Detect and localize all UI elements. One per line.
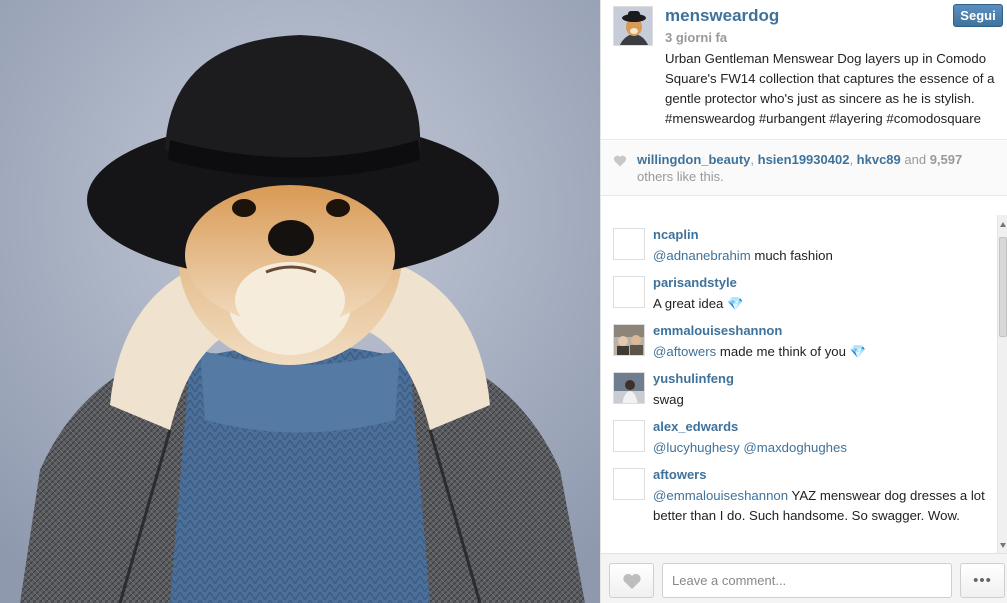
avatar-image: [614, 7, 652, 45]
scrollbar-thumb[interactable]: [999, 237, 1007, 337]
likes-summary: willingdon_beauty, hsien19930402, hkvc89…: [601, 141, 1007, 196]
liker-username[interactable]: hsien19930402: [758, 152, 850, 167]
likes-suffix: others like this.: [637, 169, 724, 184]
more-options-icon: •••: [973, 572, 992, 589]
comment-text: @emmalouiseshannon YAZ menswear dog dres…: [653, 486, 993, 526]
likes-separator: ,: [849, 152, 857, 167]
post-username[interactable]: mensweardog: [665, 6, 779, 26]
post-photo[interactable]: [0, 0, 600, 603]
comment-body: made me think of you 💎: [716, 344, 867, 359]
dog-photo-illustration: [0, 0, 600, 603]
comment-composer: •••: [601, 553, 1007, 603]
comment-input[interactable]: [662, 563, 952, 598]
comment-text: A great idea 💎: [653, 294, 993, 314]
comment-text: @aftowers made me think of you 💎: [653, 342, 993, 362]
post-header: mensweardog 3 giorni fa Urban Gentleman …: [601, 0, 1007, 140]
comment-body: A great idea 💎: [653, 296, 744, 311]
likes-separator: ,: [750, 152, 758, 167]
avatar-image: [614, 325, 644, 355]
comment-text: swag: [653, 390, 993, 410]
avatar[interactable]: [613, 276, 645, 308]
scroll-up-arrow-icon[interactable]: [1000, 222, 1006, 227]
avatar-image: [614, 373, 644, 403]
comment-username[interactable]: aftowers: [653, 467, 706, 482]
follow-button[interactable]: Segui: [953, 4, 1003, 27]
avatar[interactable]: [613, 6, 653, 46]
avatar[interactable]: [613, 228, 645, 260]
comments-list[interactable]: ncaplin @adnanebrahim much fashion paris…: [601, 215, 997, 553]
comment-mention[interactable]: @aftowers: [653, 344, 716, 359]
post-details-panel: mensweardog 3 giorni fa Urban Gentleman …: [600, 0, 1007, 603]
post-caption: Urban Gentleman Menswear Dog layers up i…: [665, 51, 995, 126]
comment-mention[interactable]: @lucyhughesy @maxdoghughes: [653, 440, 847, 455]
comment-text: @lucyhughesy @maxdoghughes: [653, 438, 993, 458]
more-options-button[interactable]: •••: [960, 563, 1005, 598]
liker-username[interactable]: hkvc89: [857, 152, 901, 167]
likes-text: willingdon_beauty, hsien19930402, hkvc89…: [637, 151, 997, 185]
likes-count[interactable]: 9,597: [930, 152, 963, 167]
comment-mention[interactable]: @adnanebrahim: [653, 248, 751, 263]
liker-username[interactable]: willingdon_beauty: [637, 152, 750, 167]
comment-username[interactable]: alex_edwards: [653, 419, 738, 434]
avatar[interactable]: [613, 372, 645, 404]
post-timestamp[interactable]: 3 giorni fa: [665, 30, 727, 45]
avatar[interactable]: [613, 324, 645, 356]
heart-icon: [613, 155, 627, 167]
comment-username[interactable]: ncaplin: [653, 227, 699, 242]
avatar[interactable]: [613, 420, 645, 452]
likes-and: and: [900, 152, 930, 167]
heart-icon: [623, 573, 641, 589]
comment-username[interactable]: emmalouiseshannon: [653, 323, 782, 338]
comment-body: swag: [653, 392, 684, 407]
scroll-down-arrow-icon[interactable]: [1000, 543, 1006, 548]
like-button[interactable]: [609, 563, 654, 598]
comment-username[interactable]: yushulinfeng: [653, 371, 734, 386]
comment-body: much fashion: [750, 248, 833, 263]
comment-mention[interactable]: @emmalouiseshannon: [653, 488, 788, 503]
avatar[interactable]: [613, 468, 645, 500]
comment-text: @adnanebrahim much fashion: [653, 246, 993, 266]
comments-scrollbar[interactable]: [997, 215, 1007, 553]
comment-username[interactable]: parisandstyle: [653, 275, 737, 290]
